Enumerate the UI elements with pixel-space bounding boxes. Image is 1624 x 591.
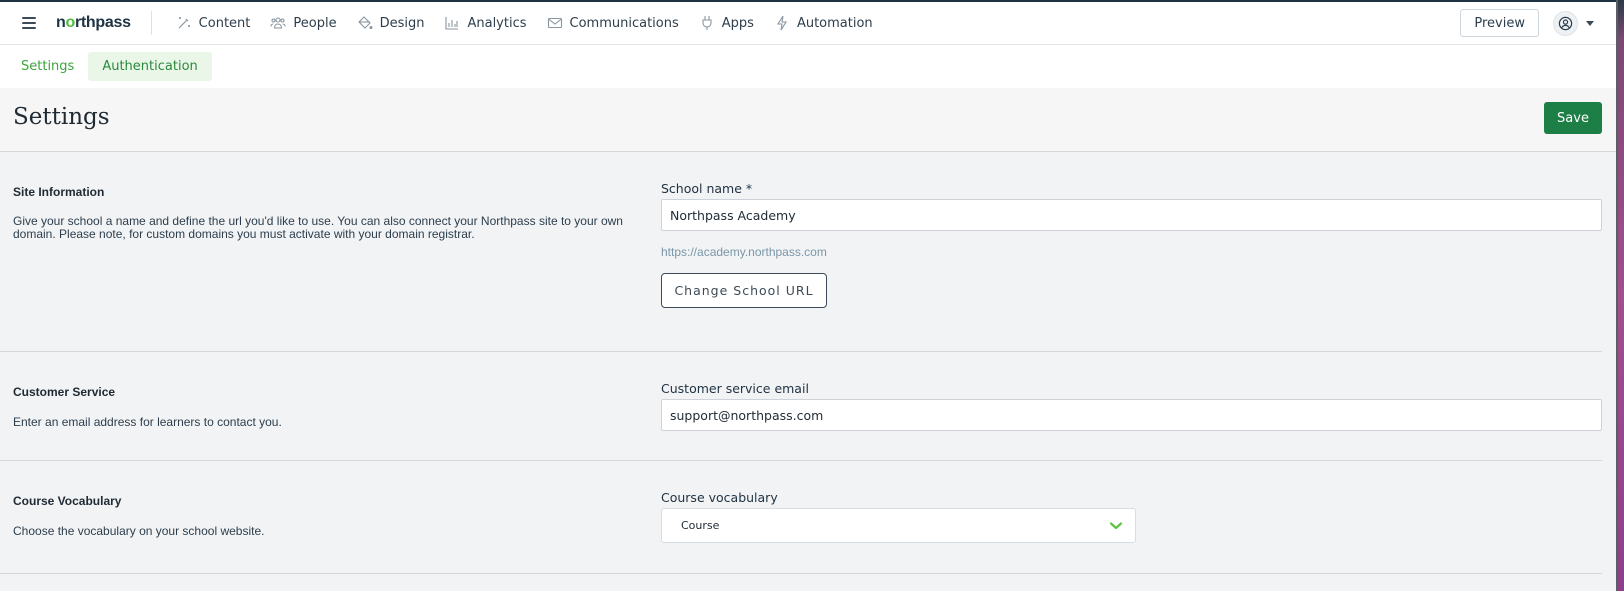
nav-item-analytics[interactable]: Analytics bbox=[434, 2, 536, 44]
tab-authentication[interactable]: Authentication bbox=[88, 52, 212, 81]
section-description: Choose the vocabulary on your school web… bbox=[13, 524, 265, 538]
section-description: Enter an email address for learners to c… bbox=[13, 415, 282, 429]
nav-item-apps[interactable]: Apps bbox=[689, 2, 764, 44]
nav-item-label: Design bbox=[379, 15, 425, 31]
nav-item-label: Content bbox=[198, 15, 251, 31]
nav-item-design[interactable]: Design bbox=[347, 2, 435, 44]
section-description: Give your school a name and define the u… bbox=[13, 214, 623, 241]
logo-text-end: rthpass bbox=[74, 14, 131, 31]
school-name-label: School name * bbox=[661, 181, 753, 196]
section-title: Course Vocabulary bbox=[13, 494, 122, 508]
school-name-input[interactable] bbox=[661, 199, 1602, 231]
topbar-actions: Preview bbox=[1460, 9, 1594, 37]
nav-item-label: Automation bbox=[796, 15, 873, 31]
section-course-vocabulary: Course Vocabulary Choose the vocabulary … bbox=[0, 461, 1602, 574]
nav-item-communications[interactable]: Communications bbox=[537, 2, 689, 44]
lightning-icon bbox=[776, 15, 787, 31]
account-menu[interactable] bbox=[1553, 10, 1594, 36]
app-root: northpass Content People Design Analytic… bbox=[0, 0, 1616, 591]
plug-icon bbox=[702, 16, 712, 30]
bar-chart-icon bbox=[445, 17, 459, 30]
nav-item-automation[interactable]: Automation bbox=[764, 2, 883, 44]
customer-service-email-input[interactable] bbox=[661, 399, 1602, 431]
northpass-logo[interactable]: northpass bbox=[56, 14, 131, 32]
top-nav: northpass Content People Design Analytic… bbox=[0, 0, 1616, 45]
change-school-url-button[interactable]: Change School URL bbox=[661, 273, 827, 308]
page-title: Settings bbox=[13, 104, 110, 130]
chevron-down-icon bbox=[1109, 521, 1123, 529]
nav-item-people[interactable]: People bbox=[260, 2, 346, 44]
section-site-information: Site Information Give your school a name… bbox=[0, 152, 1602, 352]
nav-item-label: People bbox=[293, 15, 337, 31]
nav-item-content[interactable]: Content bbox=[166, 2, 261, 44]
sub-tabs: Settings Authentication bbox=[0, 45, 1616, 88]
paint-bucket-icon bbox=[357, 16, 373, 30]
school-url-text: https://academy.northpass.com bbox=[661, 245, 827, 259]
window-edge bbox=[1616, 0, 1624, 591]
nav-item-label: Communications bbox=[569, 15, 679, 31]
preview-button[interactable]: Preview bbox=[1460, 9, 1539, 37]
save-button[interactable]: Save bbox=[1544, 102, 1602, 134]
course-vocabulary-select[interactable]: Course bbox=[661, 508, 1136, 543]
magic-wand-icon bbox=[178, 17, 190, 29]
section-title: Customer Service bbox=[13, 385, 116, 399]
select-value: Course bbox=[681, 519, 720, 532]
envelope-icon bbox=[547, 17, 562, 29]
section-title: Site Information bbox=[13, 185, 105, 199]
section-customer-service: Customer Service Enter an email address … bbox=[0, 352, 1602, 461]
people-icon bbox=[270, 17, 286, 29]
course-vocabulary-label: Course vocabulary bbox=[661, 490, 778, 505]
page-header: Settings Save bbox=[0, 88, 1616, 152]
caret-down-icon bbox=[1586, 20, 1594, 26]
tab-settings[interactable]: Settings bbox=[11, 52, 84, 81]
menu-icon[interactable] bbox=[22, 17, 36, 29]
customer-service-email-label: Customer service email bbox=[661, 381, 809, 396]
nav-item-label: Apps bbox=[721, 15, 754, 31]
nav-item-label: Analytics bbox=[467, 15, 527, 31]
logo-text-accent: o bbox=[65, 14, 75, 31]
nav-divider bbox=[150, 11, 152, 35]
user-circle-icon bbox=[1553, 10, 1578, 36]
